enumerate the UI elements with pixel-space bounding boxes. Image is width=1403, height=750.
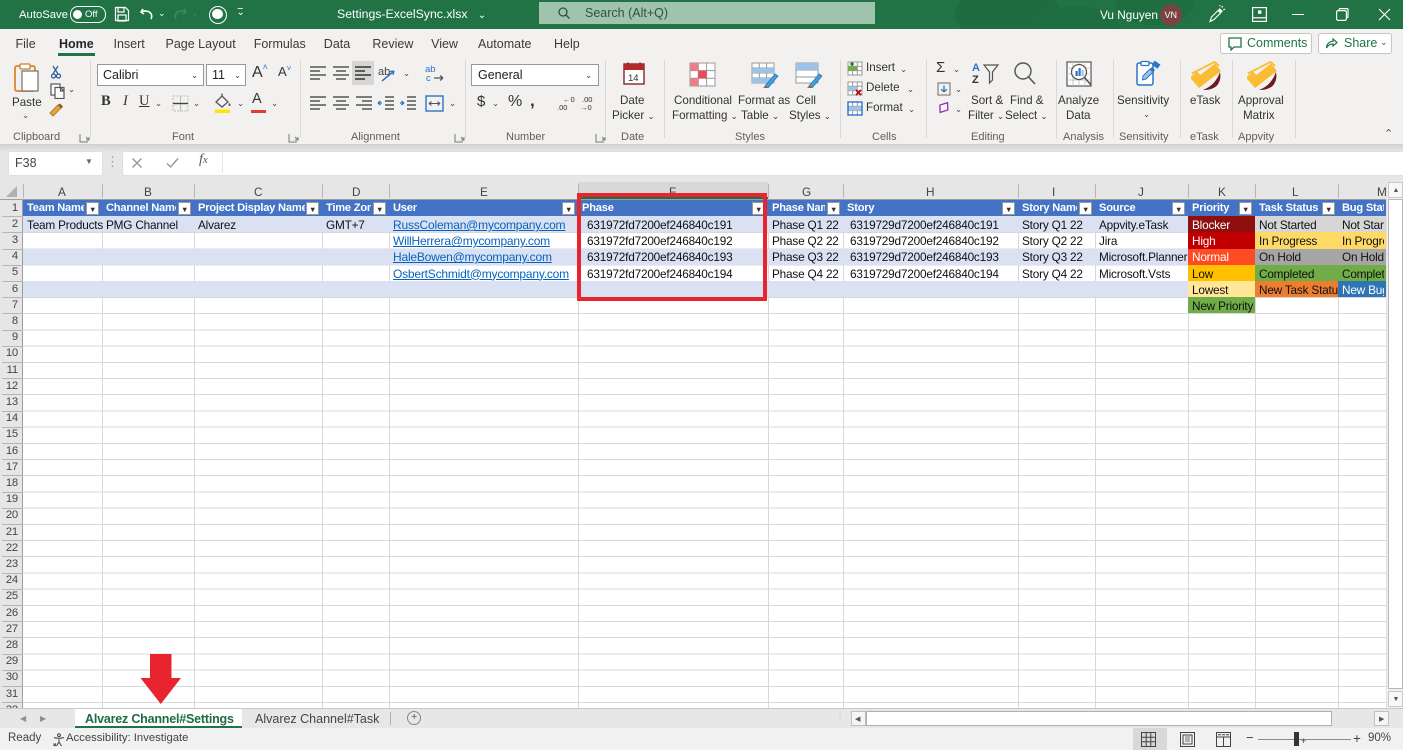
svg-text:Z: Z	[972, 74, 979, 86]
svg-text:14: 14	[628, 73, 639, 84]
svg-text:c: c	[426, 73, 431, 83]
svg-text:→0: →0	[580, 103, 592, 111]
svg-text:.00: .00	[557, 103, 567, 111]
svg-text:A: A	[972, 62, 980, 74]
